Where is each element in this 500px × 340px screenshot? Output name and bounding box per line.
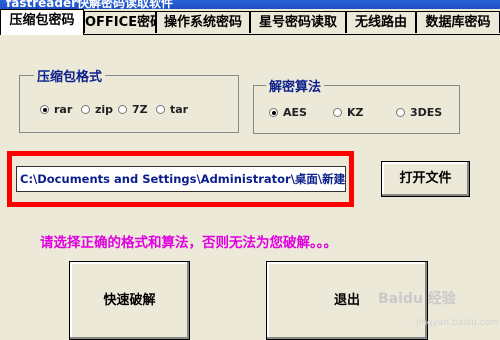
tab-office-password[interactable]: OFFICE密码 <box>84 11 163 33</box>
window-title: fastreader快解密码读取软件 <box>6 0 173 9</box>
radio-3des[interactable]: 3DES <box>396 106 442 119</box>
radio-dot-icon <box>396 108 405 117</box>
radio-aes[interactable]: AES <box>269 106 307 119</box>
watermark-logo: Baidu 经验 <box>378 291 456 307</box>
tab-archive-password[interactable]: 压缩包密码 <box>0 9 84 35</box>
watermark-url: jingyan.baidu.com <box>416 318 500 328</box>
window-title-bar: fastreader快解密码读取软件 <box>0 0 500 9</box>
open-file-button[interactable]: 打开文件 <box>381 161 470 197</box>
radio-dot-icon <box>156 105 165 114</box>
algorithm-title: 解密算法 <box>266 76 325 95</box>
tab-wireless-router[interactable]: 无线路由 <box>346 11 416 33</box>
radio-kz[interactable]: KZ <box>333 106 364 119</box>
archive-format-title: 压缩包格式 <box>34 66 106 85</box>
radio-zip[interactable]: zip <box>81 103 113 116</box>
radio-tar[interactable]: tar <box>156 103 188 116</box>
algorithm-group: 解密算法 AES KZ 3DES <box>253 76 460 134</box>
radio-dot-icon <box>333 108 342 117</box>
archive-format-group: 压缩包格式 rar zip 7Z tar <box>19 66 239 133</box>
radio-dot-icon <box>81 105 90 114</box>
tab-os-password[interactable]: 操作系统密码 <box>156 11 250 33</box>
radio-dot-icon <box>118 105 127 114</box>
tab-strip: 压缩包密码 OFFICE密码 操作系统密码 星号密码读取 无线路由 数据库密码 <box>0 9 500 35</box>
radio-rar[interactable]: rar <box>40 103 72 116</box>
file-path-field[interactable]: C:\Documents and Settings\Administrator\… <box>16 166 346 192</box>
tab-database-password[interactable]: 数据库密码 <box>416 11 500 33</box>
radio-dot-icon <box>269 108 278 117</box>
hint-message: 请选择正确的格式和算法，否则无法为您破解。。。 <box>40 235 337 251</box>
radio-7z[interactable]: 7Z <box>118 103 148 116</box>
tab-asterisk-password[interactable]: 星号密码读取 <box>250 11 346 33</box>
radio-dot-icon <box>40 105 49 114</box>
quick-crack-button[interactable]: 快速破解 <box>69 261 190 340</box>
